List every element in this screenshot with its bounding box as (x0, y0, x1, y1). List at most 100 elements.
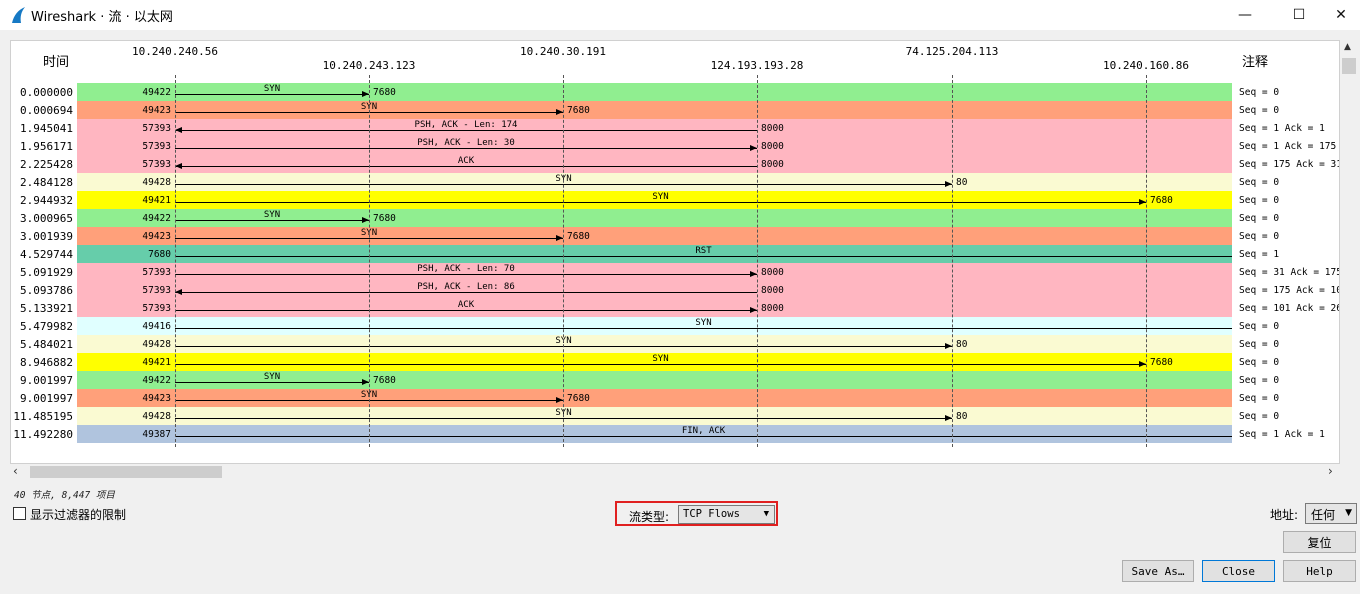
host-lifeline (1146, 75, 1147, 447)
horizontal-scroll-thumb[interactable] (30, 466, 222, 478)
flow-comment: Seq = 0 (1239, 393, 1280, 404)
horizontal-scrollbar[interactable]: ‹ › (10, 464, 1340, 480)
flow-comment: Seq = 0 (1239, 87, 1280, 98)
limit-display-filter-label[interactable]: 显示过滤器的限制 (30, 506, 126, 523)
flow-arrow (175, 292, 757, 293)
flow-row[interactable] (77, 263, 1232, 281)
flow-label: FIN, ACK (681, 426, 726, 436)
flow-row[interactable] (77, 155, 1232, 173)
flow-port-left: 49416 (142, 321, 171, 332)
flow-label: PSH, ACK - Len: 174 (414, 120, 518, 130)
flow-row[interactable] (77, 281, 1232, 299)
flow-label: SYN (263, 372, 281, 382)
flow-port-left: 57393 (142, 267, 171, 278)
flow-row[interactable] (77, 119, 1232, 137)
flow-row[interactable] (77, 137, 1232, 155)
flow-arrow (175, 94, 369, 95)
flow-time: 5.091929 (20, 266, 73, 279)
flow-time: 5.093786 (20, 284, 73, 297)
flow-time: 11.492280 (13, 428, 73, 441)
flow-arrow (175, 130, 757, 131)
flow-row[interactable] (77, 425, 1232, 443)
flow-label: PSH, ACK - Len: 86 (417, 282, 515, 292)
flow-comment: Seq = 1 Ack = 1 (1239, 429, 1325, 440)
scroll-left-icon[interactable]: ‹ (13, 464, 18, 478)
flow-port-right: 7680 (1150, 357, 1173, 368)
arrowhead-icon (175, 289, 182, 295)
flow-arrow (175, 166, 757, 167)
flow-graph-canvas[interactable]: 时间 注释 10.240.240.56 10.240.243.123 10.240.… (10, 40, 1340, 464)
flow-time: 9.001997 (20, 392, 73, 405)
flow-row[interactable] (77, 317, 1232, 335)
help-button[interactable]: Help (1283, 560, 1356, 582)
flow-comment: Seq = 1 (1239, 249, 1280, 260)
flow-arrow (175, 328, 1232, 329)
host-lifeline (757, 75, 758, 447)
flow-row[interactable] (77, 227, 1232, 245)
flow-type-value: TCP Flows (683, 508, 740, 520)
flow-type-select[interactable]: TCP Flows ▼ (678, 505, 775, 524)
flow-comment: Seq = 0 (1239, 339, 1280, 350)
vertical-scrollbar[interactable]: ▲ (1340, 40, 1358, 464)
flow-row[interactable] (77, 83, 1232, 101)
flow-port-left: 49421 (142, 357, 171, 368)
flow-port-right: 8000 (761, 159, 784, 170)
flow-port-left: 49428 (142, 339, 171, 350)
maximize-button[interactable]: ☐ (1276, 0, 1322, 30)
flow-time: 0.000694 (20, 104, 73, 117)
flow-row[interactable] (77, 101, 1232, 119)
flow-arrow (175, 274, 757, 275)
flow-time: 4.529744 (20, 248, 73, 261)
flow-row[interactable] (77, 173, 1232, 191)
flow-comment: Seq = 0 (1239, 321, 1280, 332)
reset-button[interactable]: 复位 (1283, 531, 1356, 553)
arrowhead-icon (1139, 361, 1146, 367)
flow-row[interactable] (77, 335, 1232, 353)
flow-row[interactable] (77, 209, 1232, 227)
flow-port-left: 57393 (142, 141, 171, 152)
flow-comment: Seq = 0 (1239, 195, 1280, 206)
flow-port-left: 49423 (142, 231, 171, 242)
flow-comment: Seq = 0 (1239, 177, 1280, 188)
flow-comment: Seq = 31 Ack = 175 (1239, 267, 1340, 278)
arrowhead-icon (362, 217, 369, 223)
flow-time: 5.479982 (20, 320, 73, 333)
arrowhead-icon (750, 307, 757, 313)
flow-row[interactable] (77, 371, 1232, 389)
flow-port-right: 7680 (1150, 195, 1173, 206)
address-select[interactable]: 任何 ▼ (1305, 503, 1357, 524)
flow-row[interactable] (77, 245, 1232, 263)
flow-port-left: 49422 (142, 213, 171, 224)
time-column-header: 时间 (43, 55, 70, 70)
address-value: 任何 (1311, 508, 1336, 522)
flow-row[interactable] (77, 389, 1232, 407)
flow-port-left: 7680 (148, 249, 171, 260)
arrowhead-icon (175, 127, 182, 133)
scroll-right-icon[interactable]: › (1328, 464, 1333, 478)
flow-label: RST (695, 246, 712, 256)
limit-display-filter-checkbox[interactable] (13, 507, 26, 520)
arrowhead-icon (1139, 199, 1146, 205)
flow-time: 2.484128 (20, 176, 73, 189)
flow-row[interactable] (77, 299, 1232, 317)
flow-row[interactable] (77, 407, 1232, 425)
arrowhead-icon (945, 415, 952, 421)
flow-port-right: 80 (956, 177, 968, 188)
save-as-button[interactable]: Save As… (1122, 560, 1194, 582)
flow-arrow (175, 202, 1146, 203)
arrowhead-icon (362, 91, 369, 97)
close-button[interactable]: Close (1202, 560, 1275, 582)
flow-port-left: 49422 (142, 375, 171, 386)
minimize-button[interactable]: — (1222, 0, 1268, 30)
scroll-up-icon[interactable]: ▲ (1344, 42, 1351, 52)
close-window-button[interactable]: ✕ (1318, 0, 1360, 30)
flow-port-right: 7680 (567, 231, 590, 242)
host-label: 10.240.243.123 (322, 59, 416, 72)
host-label: 10.240.30.191 (519, 45, 607, 58)
flow-arrow (175, 364, 1146, 365)
vertical-scroll-thumb[interactable] (1342, 58, 1356, 74)
flow-time: 5.484021 (20, 338, 73, 351)
comment-column-header: 注释 (1242, 55, 1269, 70)
flow-label: ACK (457, 300, 475, 310)
flow-port-left: 57393 (142, 159, 171, 170)
